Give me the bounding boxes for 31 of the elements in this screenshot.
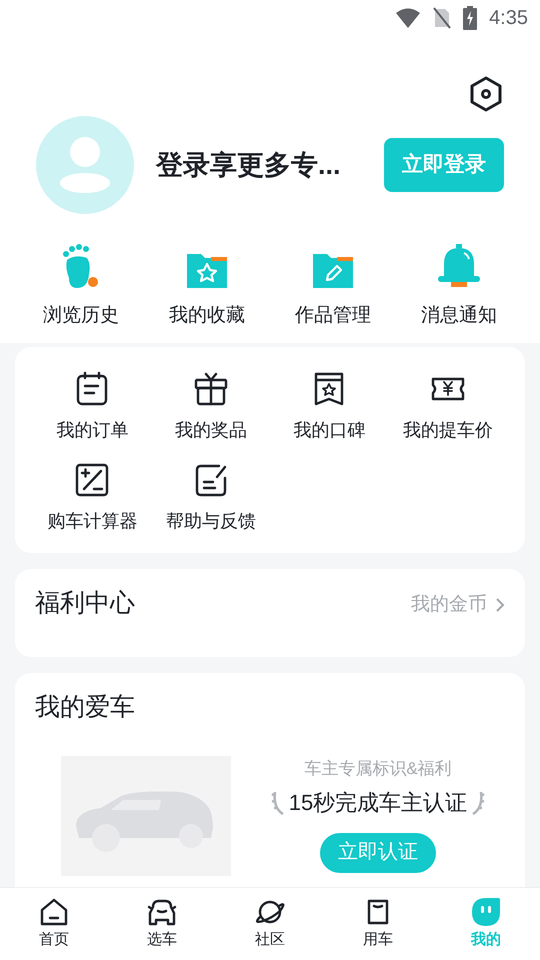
owner-perks-text: 车主专属标识&福利 — [304, 758, 452, 780]
service-item[interactable]: 我的提车价 — [388, 370, 507, 444]
calculator-icon — [74, 462, 110, 498]
status-time: 4:35 — [489, 6, 528, 31]
gift-icon — [192, 370, 229, 406]
quick-link[interactable]: 作品管理 — [270, 240, 396, 330]
service-item[interactable]: 我的奖品 — [152, 370, 270, 444]
service-item[interactable]: 我的口碑 — [270, 370, 388, 444]
my-car-title: 我的爱车 — [35, 692, 136, 722]
tab-item[interactable]: 首页 — [0, 888, 108, 960]
tab-item[interactable]: 用车 — [324, 888, 432, 960]
wifi-icon — [395, 8, 422, 28]
face-bubble-icon — [471, 896, 501, 927]
service-item[interactable]: 购车计算器 — [33, 462, 152, 534]
tab-item[interactable]: 社区 — [216, 888, 324, 960]
service-item[interactable]: 我的订单 — [33, 370, 152, 444]
quick-link[interactable]: 浏览历史 — [18, 240, 144, 330]
certify-headline: 15秒完成车主认证 — [288, 788, 468, 816]
no-sim-icon — [433, 7, 452, 29]
bell-icon — [436, 244, 482, 290]
login-prompt: 登录享更多专... — [156, 148, 342, 182]
service-item[interactable]: 帮助与反馈 — [152, 462, 270, 534]
battery-charging-icon — [463, 6, 478, 30]
house-icon — [39, 896, 69, 927]
settings-icon[interactable] — [470, 76, 502, 112]
quick-link[interactable]: 我的收藏 — [144, 240, 270, 330]
quick-link[interactable]: 消息通知 — [396, 240, 522, 330]
welfare-title: 福利中心 — [35, 588, 135, 618]
chevron-right-icon — [495, 596, 505, 613]
tab-item[interactable]: 选车 — [108, 888, 216, 960]
footprint-icon — [61, 244, 101, 290]
